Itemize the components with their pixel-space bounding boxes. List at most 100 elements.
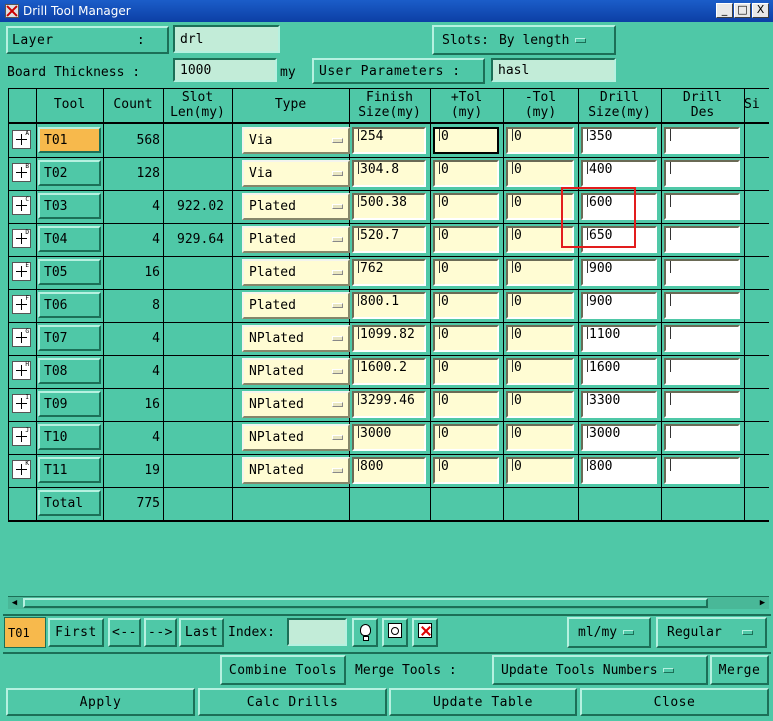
finish-size-input[interactable]: 800.1 <box>352 292 426 319</box>
type-dropdown[interactable]: NPlated <box>242 391 350 418</box>
expand-row-icon[interactable]: E <box>12 262 31 281</box>
minus-tol-input[interactable]: 0 <box>506 292 574 319</box>
apply-button[interactable]: Apply <box>6 688 195 716</box>
drill-des-input[interactable] <box>664 391 740 418</box>
finish-size-input[interactable]: 762 <box>352 259 426 286</box>
tool-button[interactable]: T10 <box>38 424 101 450</box>
minus-tol-input[interactable]: 0 <box>506 391 574 418</box>
drill-size-input[interactable]: 350 <box>581 127 657 154</box>
drill-size-input[interactable]: 400 <box>581 160 657 187</box>
close-button[interactable]: Close <box>580 688 769 716</box>
type-dropdown[interactable]: Plated <box>242 292 350 319</box>
first-button[interactable]: First <box>48 618 104 647</box>
finish-size-input[interactable]: 1600.2 <box>352 358 426 385</box>
drill-des-input[interactable] <box>664 325 740 352</box>
drill-des-input[interactable] <box>664 193 740 220</box>
plus-tol-input[interactable]: 0 <box>433 391 499 418</box>
expand-row-icon[interactable]: H <box>12 361 31 380</box>
drill-size-input[interactable]: 1100 <box>581 325 657 352</box>
drill-size-input[interactable]: 900 <box>581 292 657 319</box>
zoom-view-icon[interactable] <box>382 618 408 647</box>
type-dropdown[interactable]: NPlated <box>242 424 350 451</box>
type-dropdown[interactable]: NPlated <box>242 457 350 484</box>
scroll-left-icon[interactable]: ◀ <box>8 597 21 609</box>
tool-button[interactable]: T05 <box>38 259 101 285</box>
lightbulb-icon[interactable] <box>352 618 378 647</box>
expand-row-icon[interactable]: K <box>12 460 31 479</box>
calc-drills-button[interactable]: Calc Drills <box>198 688 387 716</box>
finish-size-input[interactable]: 3299.46 <box>352 391 426 418</box>
finish-size-input[interactable]: 500.38 <box>352 193 426 220</box>
expand-row-icon[interactable]: D <box>12 229 31 248</box>
tool-button[interactable]: T11 <box>38 457 101 483</box>
horizontal-scrollbar[interactable]: ◀ ▶ <box>8 596 769 609</box>
drill-des-input[interactable] <box>664 358 740 385</box>
type-dropdown[interactable]: Plated <box>242 226 350 253</box>
drill-size-input[interactable]: 3000 <box>581 424 657 451</box>
mode-selector[interactable]: Regular <box>656 617 767 648</box>
board-thickness-field[interactable]: 1000 <box>173 58 277 82</box>
type-dropdown[interactable]: Via <box>242 160 350 187</box>
minus-tol-input[interactable]: 0 <box>506 457 574 484</box>
layer-field[interactable]: drl <box>173 25 280 53</box>
scroll-right-icon[interactable]: ▶ <box>756 597 769 609</box>
plus-tol-input[interactable]: 0 <box>433 424 499 451</box>
minus-tol-input[interactable]: 0 <box>506 325 574 352</box>
merge-button[interactable]: Merge <box>710 655 769 685</box>
plus-tol-input[interactable]: 0 <box>433 292 499 319</box>
minus-tol-input[interactable]: 0 <box>506 424 574 451</box>
layer-label[interactable]: Layer : <box>6 26 169 54</box>
expand-row-icon[interactable]: A <box>12 130 31 149</box>
plus-tol-input[interactable]: 0 <box>433 358 499 385</box>
drill-des-input[interactable] <box>664 259 740 286</box>
finish-size-input[interactable]: 800 <box>352 457 426 484</box>
drill-des-input[interactable] <box>664 292 740 319</box>
close-window-button[interactable]: X <box>752 3 769 18</box>
finish-size-input[interactable]: 1099.82 <box>352 325 426 352</box>
minus-tol-input[interactable]: 0 <box>506 160 574 187</box>
expand-row-icon[interactable]: B <box>12 163 31 182</box>
user-parameters-field[interactable]: hasl <box>491 58 616 82</box>
type-dropdown[interactable]: Via <box>242 127 350 154</box>
minus-tol-input[interactable]: 0 <box>506 127 574 154</box>
plus-tol-input[interactable]: 0 <box>433 259 499 286</box>
plus-tol-input[interactable]: 0 <box>433 160 499 187</box>
next-button[interactable]: --> <box>144 618 177 647</box>
type-dropdown[interactable]: NPlated <box>242 325 350 352</box>
update-tools-numbers-selector[interactable]: Update Tools Numbers <box>492 655 708 685</box>
drill-size-input[interactable]: 1600 <box>581 358 657 385</box>
type-dropdown[interactable]: Plated <box>242 193 350 220</box>
delete-icon[interactable] <box>412 618 438 647</box>
last-button[interactable]: Last <box>179 618 224 647</box>
plus-tol-input[interactable]: 0 <box>433 127 499 154</box>
finish-size-input[interactable]: 520.7 <box>352 226 426 253</box>
plus-tol-input[interactable]: 0 <box>433 325 499 352</box>
expand-row-icon[interactable]: J <box>12 427 31 446</box>
finish-size-input[interactable]: 254 <box>352 127 426 154</box>
plus-tol-input[interactable]: 0 <box>433 226 499 253</box>
prev-button[interactable]: <-- <box>108 618 141 647</box>
tool-button[interactable]: T09 <box>38 391 101 417</box>
tool-button[interactable]: T04 <box>38 226 101 252</box>
minus-tol-input[interactable]: 0 <box>506 358 574 385</box>
minimize-button[interactable]: _ <box>716 3 733 18</box>
drill-des-input[interactable] <box>664 226 740 253</box>
drill-size-input[interactable]: 3300 <box>581 391 657 418</box>
maximize-button[interactable]: □ <box>734 3 751 18</box>
user-parameters-button[interactable]: User Parameters : <box>312 58 485 84</box>
finish-size-input[interactable]: 3000 <box>352 424 426 451</box>
index-field[interactable] <box>287 618 347 646</box>
slots-selector[interactable]: Slots: By length <box>432 25 616 55</box>
drill-des-input[interactable] <box>664 424 740 451</box>
plus-tol-input[interactable]: 0 <box>433 193 499 220</box>
units-selector[interactable]: ml/my <box>567 617 651 648</box>
type-dropdown[interactable]: Plated <box>242 259 350 286</box>
minus-tol-input[interactable]: 0 <box>506 259 574 286</box>
tool-button[interactable]: T07 <box>38 325 101 351</box>
drill-size-input[interactable]: 900 <box>581 259 657 286</box>
expand-row-icon[interactable]: I <box>12 394 31 413</box>
update-table-button[interactable]: Update Table <box>389 688 577 716</box>
expand-row-icon[interactable]: F <box>12 295 31 314</box>
tool-button[interactable]: T03 <box>38 193 101 219</box>
drill-des-input[interactable] <box>664 160 740 187</box>
